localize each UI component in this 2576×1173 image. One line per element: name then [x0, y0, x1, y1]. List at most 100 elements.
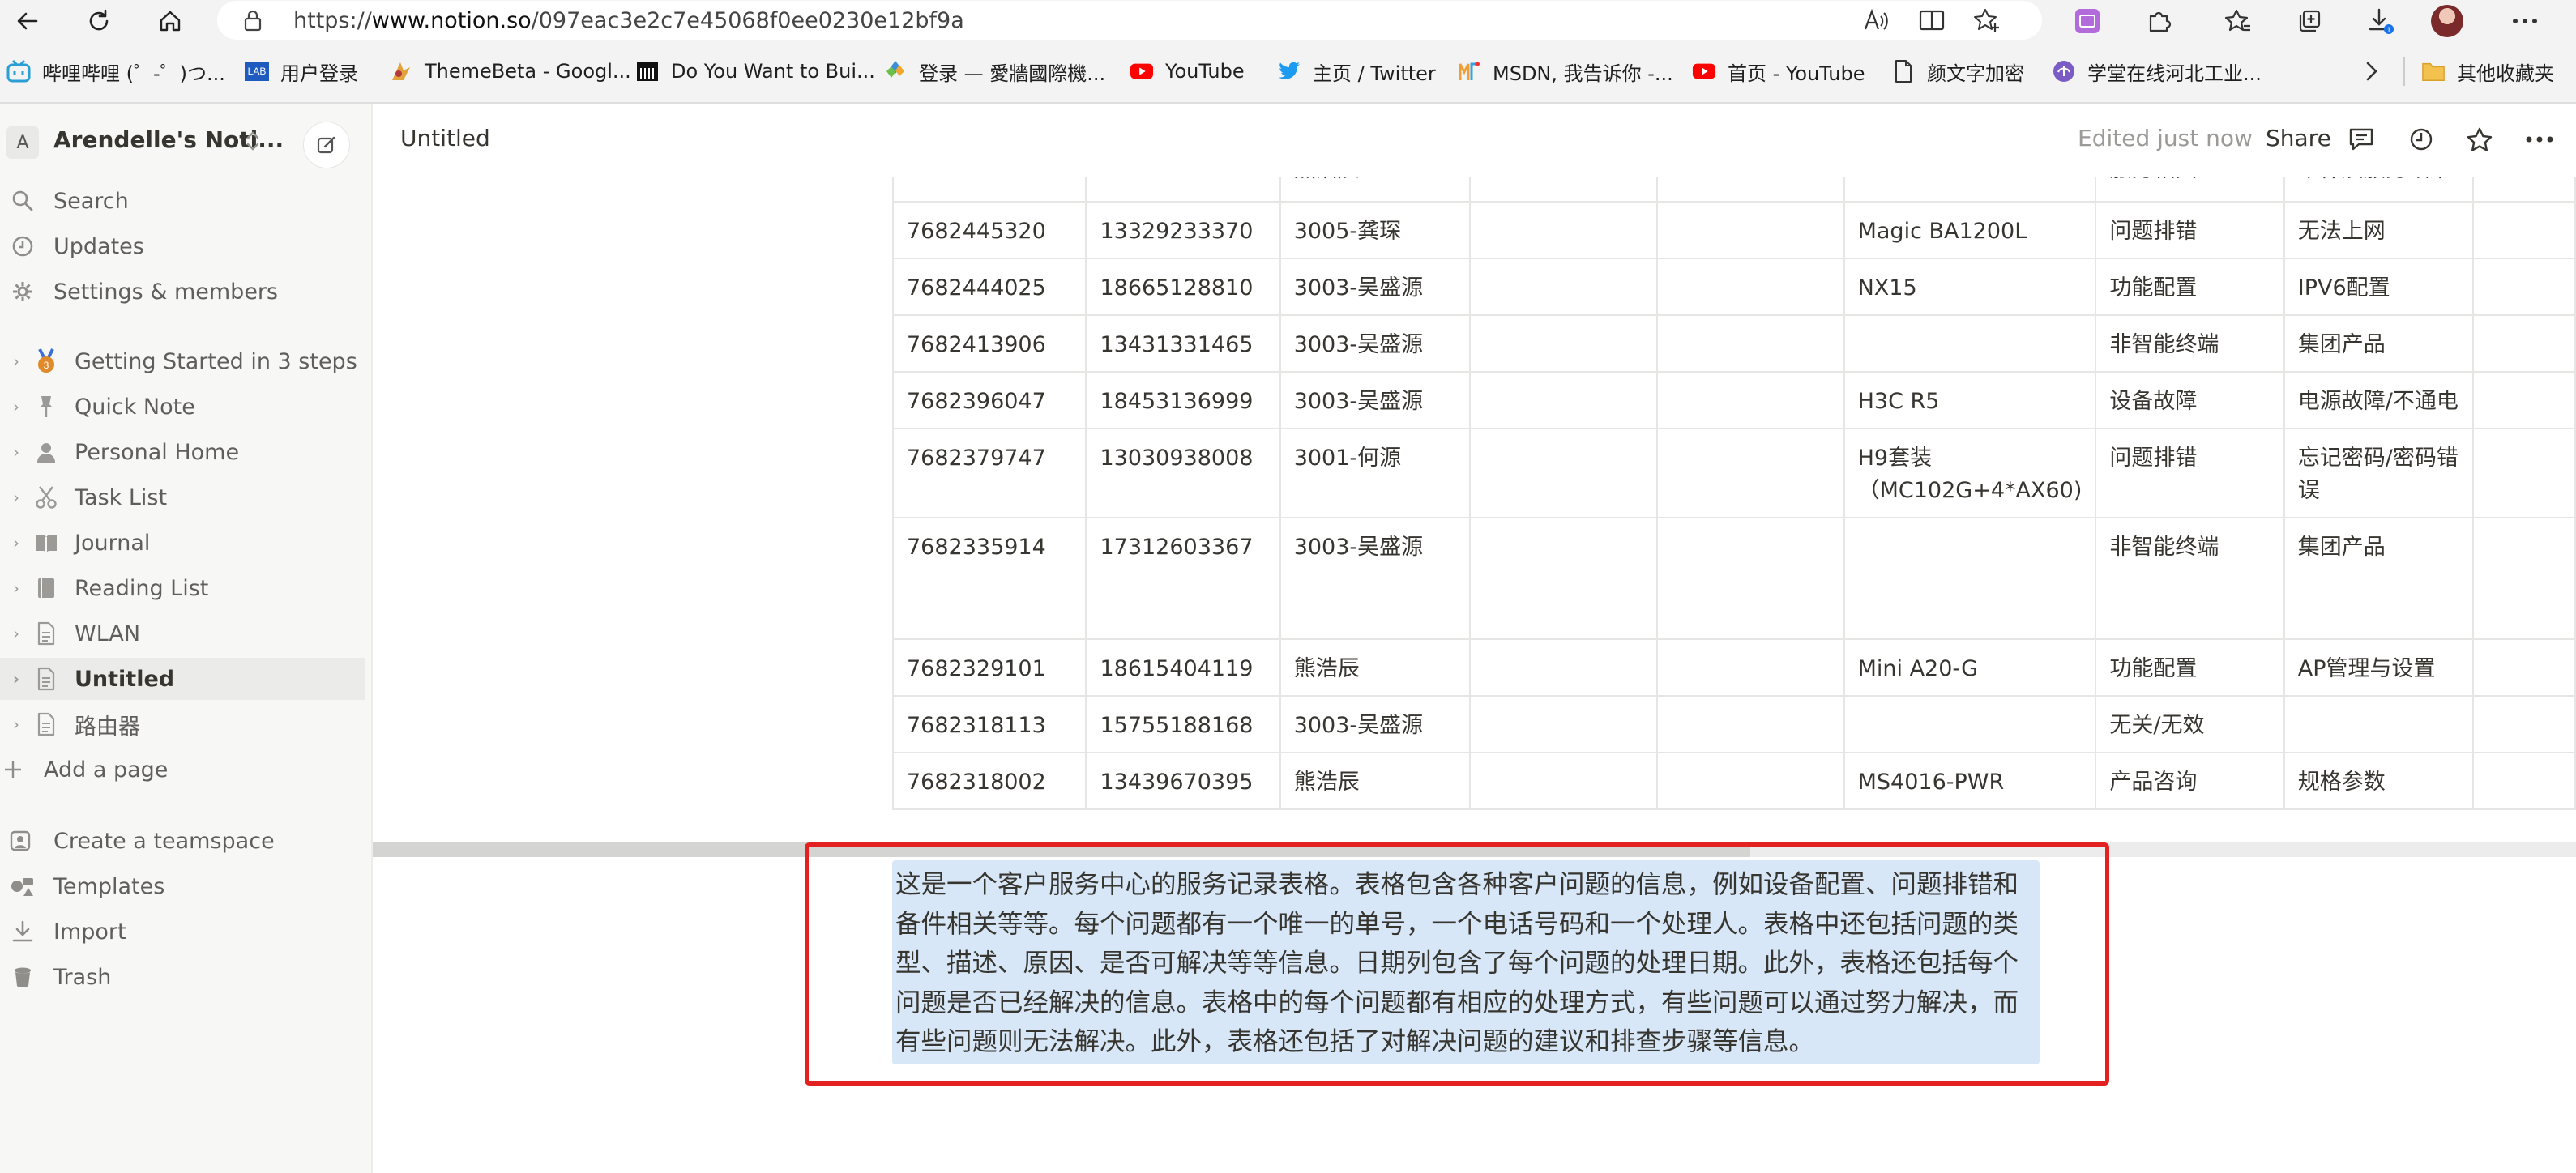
chevron-right-icon[interactable]: › — [6, 578, 26, 598]
table-cell[interactable]: 13329233370 — [1085, 201, 1281, 259]
sidebar-page-untitled[interactable]: › Untitled — [0, 658, 365, 700]
new-page-button[interactable] — [303, 122, 350, 168]
table-cell[interactable]: 非智能终端 — [2095, 314, 2285, 373]
table-cell[interactable] — [1469, 695, 1658, 753]
table-cell[interactable]: AP管理与设置 — [2283, 638, 2475, 697]
table-cell[interactable]: H9套装（MC102G+4*AX60) — [1843, 428, 2097, 518]
extensions-button[interactable] — [2136, 3, 2181, 39]
table-cell[interactable] — [1655, 517, 1845, 640]
table-cell[interactable]: 3003-吴盛源 — [1279, 314, 1472, 373]
sidebar-page-router[interactable]: › 路由器 — [0, 703, 365, 745]
table-cell[interactable]: 7682318113 — [891, 695, 1087, 753]
share-button[interactable]: Share — [2266, 125, 2331, 151]
table-cell[interactable] — [1469, 517, 1658, 640]
table-cell[interactable] — [1655, 752, 1845, 810]
table-cell[interactable]: 7682396047 — [891, 371, 1087, 429]
sidebar-updates[interactable]: Updates — [0, 225, 365, 267]
table-cell[interactable] — [2472, 201, 2576, 259]
chevron-right-icon[interactable]: › — [6, 624, 26, 643]
table-cell[interactable]: 3003-吴盛源 — [1279, 517, 1472, 640]
table-cell[interactable]: NX15 — [1843, 258, 2097, 316]
sidebar-create-teamspace[interactable]: Create a teamspace — [0, 820, 365, 862]
refresh-button[interactable] — [76, 3, 122, 39]
table-cell[interactable]: 问题排错 — [2095, 428, 2285, 518]
table-cell[interactable] — [1469, 428, 1658, 518]
table-cell[interactable]: 熊浩辰 — [1279, 752, 1472, 810]
sidebar-page-journal[interactable]: › Journal — [0, 522, 365, 564]
table-cell[interactable] — [1655, 638, 1845, 697]
chevron-right-icon[interactable]: › — [6, 669, 26, 689]
chevron-right-icon[interactable]: › — [6, 488, 26, 507]
table-cell[interactable] — [2472, 314, 2576, 373]
sidebar-trash[interactable]: Trash — [0, 956, 365, 998]
table-cell[interactable]: 熊浩辰 — [1279, 638, 1472, 697]
page-title[interactable]: Untitled — [400, 125, 490, 151]
table-cell[interactable] — [2472, 638, 2576, 697]
table-cell[interactable] — [1655, 201, 1845, 259]
bookmark-do-you-want[interactable]: Do You Want to Bui... — [635, 55, 875, 87]
table-cell[interactable]: 13030938008 — [1085, 428, 1281, 518]
table-cell[interactable] — [1655, 695, 1845, 753]
table-cell[interactable] — [1655, 258, 1845, 316]
table-cell[interactable]: 3001-何源 — [1279, 428, 1472, 518]
table-cell[interactable]: 忘记密码/密码错误 — [2283, 428, 2475, 518]
add-page-button[interactable]: Add a page — [0, 749, 365, 791]
sidebar-page-getting-started[interactable]: › 3 Getting Started in 3 steps — [0, 340, 365, 382]
bookmark-login[interactable]: LAB 用户登录 — [245, 55, 358, 87]
home-button[interactable] — [147, 3, 193, 39]
table-cell[interactable]: 17312603367 — [1085, 517, 1281, 640]
sidebar-page-reading-list[interactable]: › Reading List — [0, 567, 365, 609]
table-cell[interactable] — [1655, 428, 1845, 518]
table-cell[interactable]: H3C R5 — [1843, 371, 2097, 429]
table-cell[interactable]: 3003-吴盛源 — [1279, 258, 1472, 316]
sidebar-search[interactable]: Search — [0, 180, 365, 222]
table-cell[interactable]: 功能配置 — [2095, 258, 2285, 316]
sidebar-page-wlan[interactable]: › WLAN — [0, 612, 365, 655]
sidebar-page-task-list[interactable]: › Task List — [0, 476, 365, 518]
table-cell[interactable]: 18453136999 — [1085, 371, 1281, 429]
table-cell[interactable] — [1469, 314, 1658, 373]
table-cell[interactable]: Mini A20-G — [1843, 638, 2097, 697]
table-cell[interactable]: 集团产品 — [2283, 517, 2475, 640]
table-cell[interactable]: 无法上网 — [2283, 201, 2475, 259]
sidebar-import[interactable]: Import — [0, 911, 365, 953]
table-cell[interactable]: 13439670395 — [1085, 752, 1281, 810]
bookmark-twitter[interactable]: 主页 / Twitter — [1277, 55, 1436, 87]
bookmark-bilibili[interactable]: 哔哩哔哩 (゜-゜)つ... — [6, 55, 225, 87]
extension-button[interactable] — [2065, 3, 2110, 39]
table-cell[interactable]: 7682413906 — [891, 314, 1087, 373]
table-cell[interactable]: 7682379747 — [891, 428, 1087, 518]
chevron-right-icon[interactable]: › — [6, 442, 26, 462]
table-cell[interactable]: 规格参数 — [2283, 752, 2475, 810]
table-cell[interactable] — [1469, 371, 1658, 429]
table-cell[interactable]: 3005-龚琛 — [1279, 201, 1472, 259]
table-cell[interactable]: 18615404119 — [1085, 638, 1281, 697]
table-cell[interactable]: 集团产品 — [2283, 314, 2475, 373]
table-cell[interactable]: 18665128810 — [1085, 258, 1281, 316]
table-cell[interactable] — [2283, 695, 2475, 753]
table-cell[interactable]: 7682444025 — [891, 258, 1087, 316]
sidebar-settings[interactable]: Settings & members — [0, 271, 365, 313]
table-cell[interactable] — [1469, 201, 1658, 259]
sidebar-templates[interactable]: Templates — [0, 865, 365, 907]
bookmark-other-folder[interactable]: 其他收藏夹 — [2421, 55, 2554, 87]
table-cell[interactable] — [2472, 428, 2576, 518]
table-cell[interactable]: 电源故障/不通电 — [2283, 371, 2475, 429]
table-cell[interactable] — [2472, 258, 2576, 316]
chevron-right-icon[interactable]: › — [6, 397, 26, 416]
table-cell[interactable]: 15755188168 — [1085, 695, 1281, 753]
chevron-right-icon[interactable]: › — [6, 714, 26, 734]
chevron-right-icon[interactable]: › — [6, 352, 26, 371]
sidebar-page-personal-home[interactable]: › Personal Home — [0, 431, 365, 473]
bookmark-youtube[interactable]: YouTube — [1130, 55, 1245, 87]
table-cell[interactable] — [1655, 314, 1845, 373]
bookmark-login-2[interactable]: 登录 — 愛牆國際機... — [883, 55, 1105, 87]
table-cell[interactable] — [1843, 695, 2097, 753]
bookmark-themebeta[interactable]: ThemeBeta - Googl... — [389, 55, 631, 87]
table-cell[interactable] — [1843, 517, 2097, 640]
table-cell[interactable]: 功能配置 — [2095, 638, 2285, 697]
chevron-right-icon[interactable]: › — [6, 533, 26, 552]
table-cell[interactable]: 无关/无效 — [2095, 695, 2285, 753]
table-cell[interactable]: Magic BA1200L — [1843, 201, 2097, 259]
table-cell[interactable]: 3003-吴盛源 — [1279, 695, 1472, 753]
